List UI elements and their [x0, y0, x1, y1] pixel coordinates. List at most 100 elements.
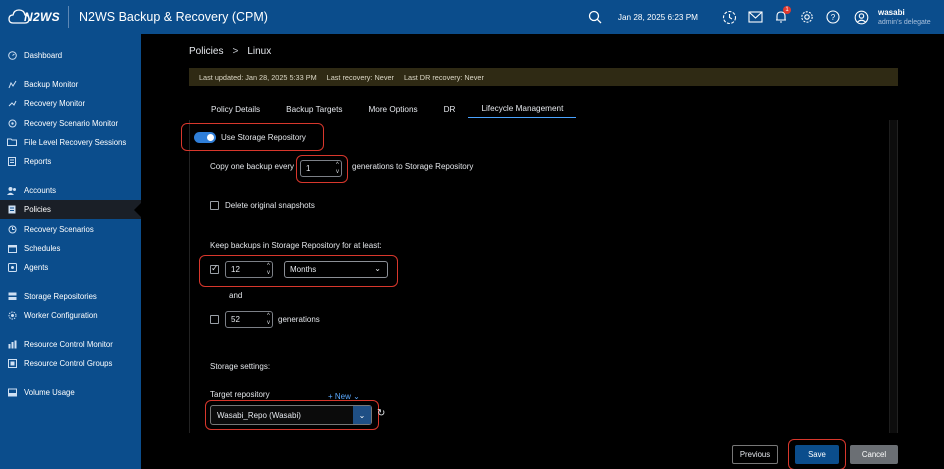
policy-tabs: Policy Details Backup Targets More Optio…: [198, 100, 577, 118]
keep-generations-checkbox[interactable]: [210, 315, 219, 324]
svg-text:?: ?: [831, 13, 836, 22]
sidebar-item-label: Resource Control Monitor: [24, 340, 113, 349]
keep-duration-checkbox[interactable]: [210, 263, 219, 274]
sidebar-item-file-level-recovery[interactable]: File Level Recovery Sessions: [0, 133, 141, 152]
keep-unit-select[interactable]: Months ⌄: [284, 261, 388, 278]
breadcrumb-parent[interactable]: Policies: [189, 46, 223, 57]
policy-status-bar: Last updated: Jan 28, 2025 5:33 PM Last …: [189, 68, 898, 86]
logo-text: N2WS: [24, 10, 60, 24]
save-button[interactable]: Save: [795, 445, 839, 464]
tab-lifecycle-management[interactable]: Lifecycle Management: [468, 100, 577, 118]
stepper-arrows-icon[interactable]: ^ v: [267, 263, 270, 277]
header-divider: [68, 6, 69, 28]
cancel-button[interactable]: Cancel: [850, 445, 898, 464]
breadcrumb: Policies > Linux: [189, 46, 271, 57]
keep-backups-label: Keep backups in Storage Repository for a…: [210, 241, 382, 250]
sidebar-item-resource-control-monitor[interactable]: Resource Control Monitor: [0, 335, 141, 354]
sidebar-item-label: Worker Configuration: [24, 311, 98, 321]
user-avatar-icon[interactable]: [850, 6, 872, 28]
target-repo-label: Target repository: [210, 390, 270, 399]
sidebar-item-schedules[interactable]: Schedules: [0, 239, 141, 258]
last-dr-recovery: Last DR recovery: Never: [403, 72, 484, 82]
settings-gear-icon[interactable]: [796, 6, 818, 28]
tab-backup-targets[interactable]: Backup Targets: [273, 100, 355, 118]
dashboard-icon: [7, 51, 17, 61]
sidebar-item-label: Volume Usage: [24, 388, 75, 398]
resource-groups-icon: [7, 359, 17, 369]
accounts-icon: [7, 185, 17, 195]
user-name: wasabi: [878, 8, 905, 17]
sidebar-item-resource-control-groups[interactable]: Resource Control Groups: [0, 354, 141, 373]
resource-monitor-icon: [7, 340, 17, 350]
sidebar-item-label: Dashboard: [24, 51, 63, 61]
time-zone-icon[interactable]: [718, 6, 740, 28]
stepper-arrows-icon[interactable]: ^ v: [336, 162, 339, 176]
search-icon[interactable]: [584, 6, 606, 28]
target-repo-value: Wasabi_Repo (Wasabi): [217, 410, 301, 420]
last-recovery: Last recovery: Never: [326, 72, 394, 82]
notifications-bell-icon[interactable]: 1: [770, 6, 792, 28]
keep-duration-stepper[interactable]: 12 ^ v: [225, 261, 273, 278]
policies-icon: [7, 205, 17, 215]
copy-every-stepper[interactable]: 1 ^ v: [300, 160, 342, 177]
storage-icon: [7, 291, 17, 301]
sidebar-item-volume-usage[interactable]: Volume Usage: [0, 383, 141, 402]
sidebar-item-reports[interactable]: Reports: [0, 152, 141, 171]
sidebar: Dashboard Backup Monitor Recovery Monito…: [0, 34, 141, 469]
tab-dr[interactable]: DR: [431, 100, 469, 118]
sidebar-item-label: Backup Monitor: [24, 79, 79, 89]
keep-duration-value: 12: [231, 265, 240, 274]
reports-icon: [7, 157, 17, 167]
user-info[interactable]: wasabi admin's delegate: [878, 8, 944, 26]
sidebar-item-label: Recovery Scenario Monitor: [24, 118, 119, 128]
recovery-monitor-icon: [7, 99, 17, 109]
copy-suffix-label: generations to Storage Repository: [352, 162, 474, 171]
sidebar-item-worker-configuration[interactable]: Worker Configuration: [0, 306, 141, 325]
keep-generations-stepper[interactable]: 52 ^ v: [225, 311, 273, 328]
sidebar-item-recovery-scenario-monitor[interactable]: Recovery Scenario Monitor: [0, 113, 141, 132]
keep-unit-value: Months: [290, 265, 317, 274]
tab-more-options[interactable]: More Options: [355, 100, 430, 118]
stepper-arrows-icon[interactable]: ^ v: [267, 313, 270, 327]
backup-monitor-icon: [7, 79, 17, 89]
sidebar-item-label: Recovery Monitor: [24, 99, 86, 109]
lifecycle-panel: Use Storage Repository Copy one backup e…: [181, 120, 898, 433]
sidebar-item-backup-monitor[interactable]: Backup Monitor: [0, 75, 141, 94]
use-storage-label: Use Storage Repository: [221, 133, 306, 142]
help-icon[interactable]: ?: [822, 6, 844, 28]
generations-label: generations: [278, 315, 320, 324]
target-repo-select[interactable]: Wasabi_Repo (Wasabi) ⌄: [210, 405, 372, 425]
previous-button[interactable]: Previous: [732, 445, 778, 464]
chevron-down-icon[interactable]: ⌄: [353, 406, 371, 424]
delete-snapshots-checkbox[interactable]: [210, 201, 219, 210]
n2ws-logo[interactable]: N2WS: [0, 0, 64, 34]
top-bar: N2WS N2WS Backup & Recovery (CPM) Jan 28…: [0, 0, 944, 34]
use-storage-toggle[interactable]: [194, 132, 216, 143]
chevron-down-icon: ⌄: [374, 264, 381, 273]
worker-icon: [7, 311, 17, 321]
breadcrumb-current: Linux: [247, 46, 272, 57]
last-updated: Last updated: Jan 28, 2025 5:33 PM: [199, 72, 317, 82]
delete-snapshots-label: Delete original snapshots: [225, 201, 315, 210]
sidebar-item-accounts[interactable]: Accounts: [0, 181, 141, 200]
sidebar-item-storage-repositories[interactable]: Storage Repositories: [0, 287, 141, 306]
sidebar-item-policies[interactable]: Policies: [0, 200, 141, 220]
mail-icon[interactable]: [744, 6, 766, 28]
panel-scrollbar[interactable]: [889, 120, 897, 433]
refresh-icon[interactable]: ↻: [377, 408, 385, 419]
user-role: admin's delegate: [878, 19, 931, 26]
main-content: Policies > Linux Last updated: Jan 28, 202…: [141, 34, 944, 469]
sidebar-item-recovery-scenarios[interactable]: Recovery Scenarios: [0, 219, 141, 238]
tab-policy-details[interactable]: Policy Details: [198, 100, 273, 118]
keep-generations-value: 52: [231, 315, 240, 324]
sidebar-item-label: Agents: [24, 263, 49, 273]
sidebar-item-label: Accounts: [24, 185, 57, 195]
copy-every-value: 1: [306, 164, 311, 173]
sidebar-item-label: Resource Control Groups: [24, 359, 113, 369]
sidebar-item-recovery-monitor[interactable]: Recovery Monitor: [0, 94, 141, 113]
sidebar-item-label: Reports: [24, 157, 52, 167]
folder-icon: [7, 137, 17, 147]
sidebar-item-dashboard[interactable]: Dashboard: [0, 46, 141, 65]
sidebar-item-agents[interactable]: Agents: [0, 258, 141, 277]
sidebar-item-label: Policies: [24, 205, 51, 215]
